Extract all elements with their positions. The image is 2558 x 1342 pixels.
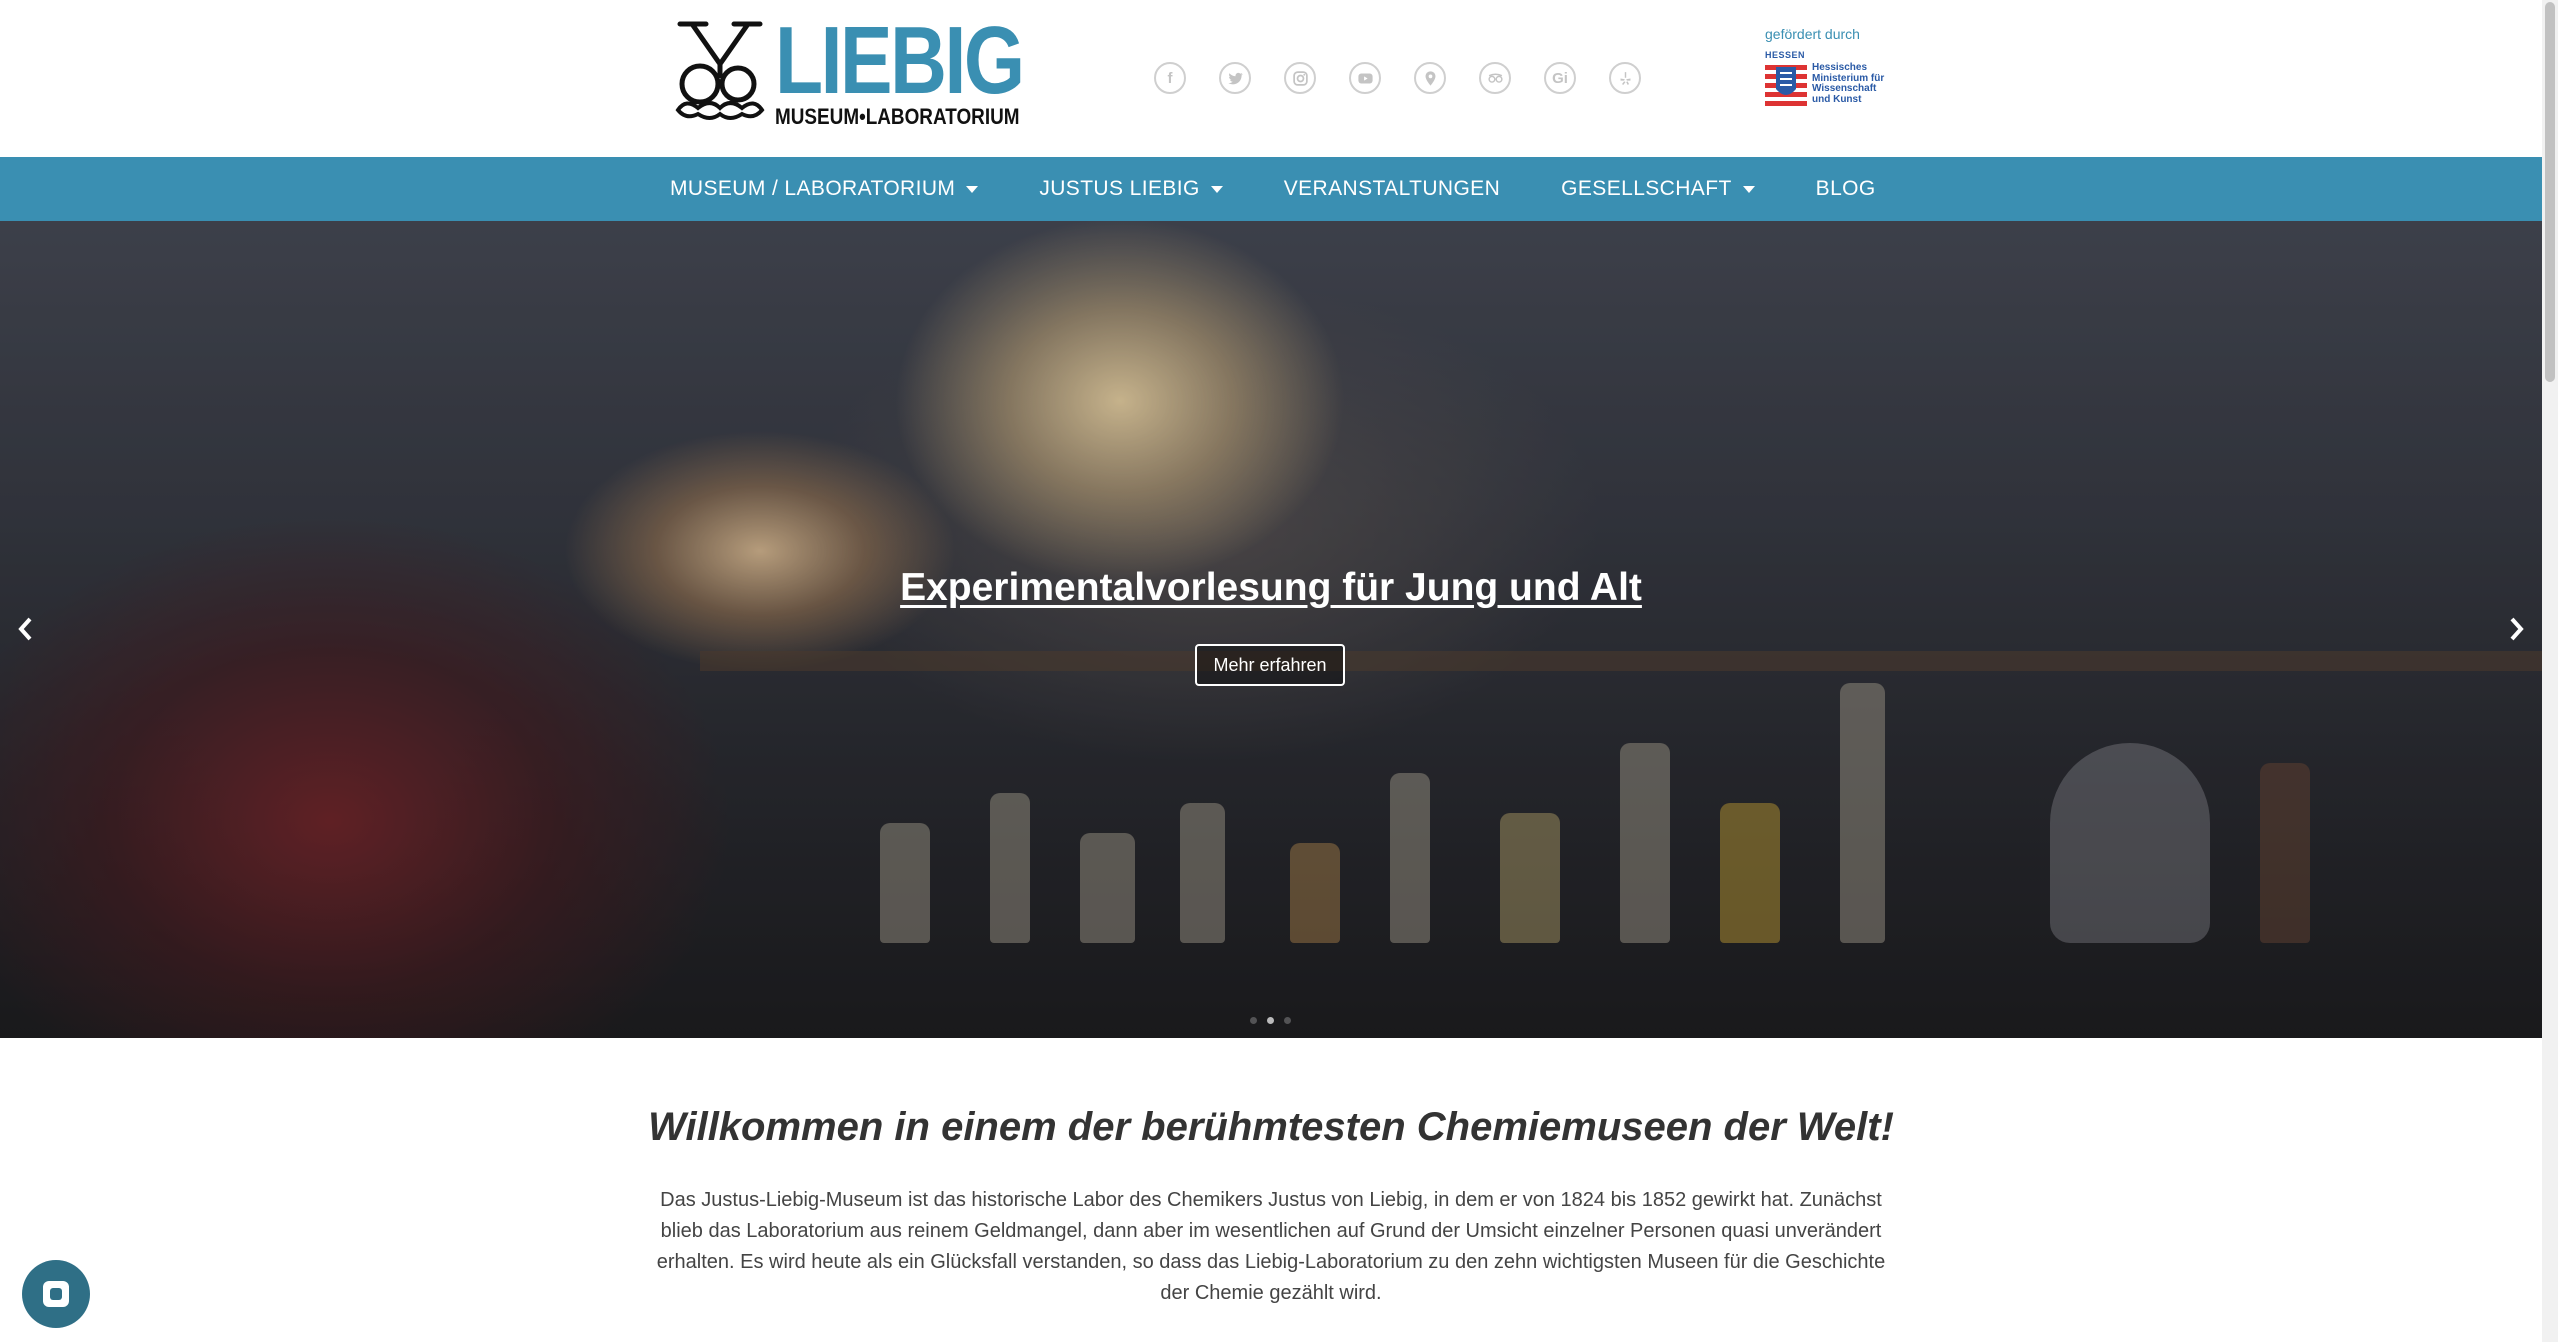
location-pin-icon[interactable] [1414,62,1446,94]
site-header: LIEBIG MUSEUM•LABORATORIUM f Gi geförder… [0,0,2542,157]
nav-item-justus-liebig[interactable]: JUSTUS LIEBIG [1039,177,1223,201]
logo-subtitle: MUSEUM•LABORATORIUM [775,104,1020,129]
gi-icon[interactable]: Gi [1544,62,1576,94]
chevron-left-icon [18,617,32,641]
hero-title-link[interactable]: Experimentalvorlesung für Jung und Alt [0,566,2542,610]
intro-paragraph: Das Justus-Liebig-Museum ist das histori… [656,1189,1886,1304]
yelp-icon[interactable] [1609,62,1641,94]
nav-item-veranstaltungen[interactable]: VERANSTALTUNGEN [1284,177,1500,201]
youtube-icon[interactable] [1349,62,1381,94]
chat-button[interactable] [22,1260,90,1328]
liebig-logo[interactable]: LIEBIG MUSEUM•LABORATORIUM [672,13,1025,129]
sponsor-block[interactable]: gefördert durch HESSEN Hessisches Minist… [1765,26,1925,109]
carousel-dot-active[interactable] [1267,1017,1274,1024]
carousel-prev-button[interactable] [10,609,40,649]
ministry-name: Hessisches Ministerium für Wissenschaft … [1812,62,1885,105]
carousel-indicators [1250,1017,1291,1024]
nav-item-blog[interactable]: BLOG [1816,177,1876,201]
chevron-right-icon [2510,617,2524,641]
hessen-label: HESSEN [1765,50,1806,60]
social-links: f Gi [1154,62,1641,94]
main-navigation: MUSEUM / LABORATORIUM JUSTUS LIEBIG VERA… [0,157,2542,221]
hessen-crest-icon [1765,61,1807,109]
facebook-icon[interactable]: f [1154,62,1186,94]
instagram-icon[interactable] [1284,62,1316,94]
caret-down-icon [1742,185,1755,193]
logo-title: LIEBIG [775,7,1025,114]
more-info-button[interactable]: Mehr erfahren [1195,644,1345,686]
carousel-dot[interactable] [1250,1017,1257,1024]
chat-icon [43,1281,69,1307]
page-scrollbar[interactable] [2542,0,2558,1342]
caret-down-icon [966,185,979,193]
welcome-heading: Willkommen in einem der berühmtesten Che… [648,1105,1894,1149]
scrollbar-thumb[interactable] [2545,2,2555,382]
sponsor-label: gefördert durch [1765,26,1860,42]
tripadvisor-icon[interactable] [1479,62,1511,94]
nav-item-museum-laboratorium[interactable]: MUSEUM / LABORATORIUM [670,177,979,201]
caret-down-icon [1210,185,1223,193]
nav-item-gesellschaft[interactable]: GESELLSCHAFT [1561,177,1755,201]
flask-logo-icon [675,21,765,120]
carousel-dot[interactable] [1284,1017,1291,1024]
hero-carousel: Experimentalvorlesung für Jung und Alt M… [0,221,2542,1038]
carousel-next-button[interactable] [2502,609,2532,649]
twitter-icon[interactable] [1219,62,1251,94]
